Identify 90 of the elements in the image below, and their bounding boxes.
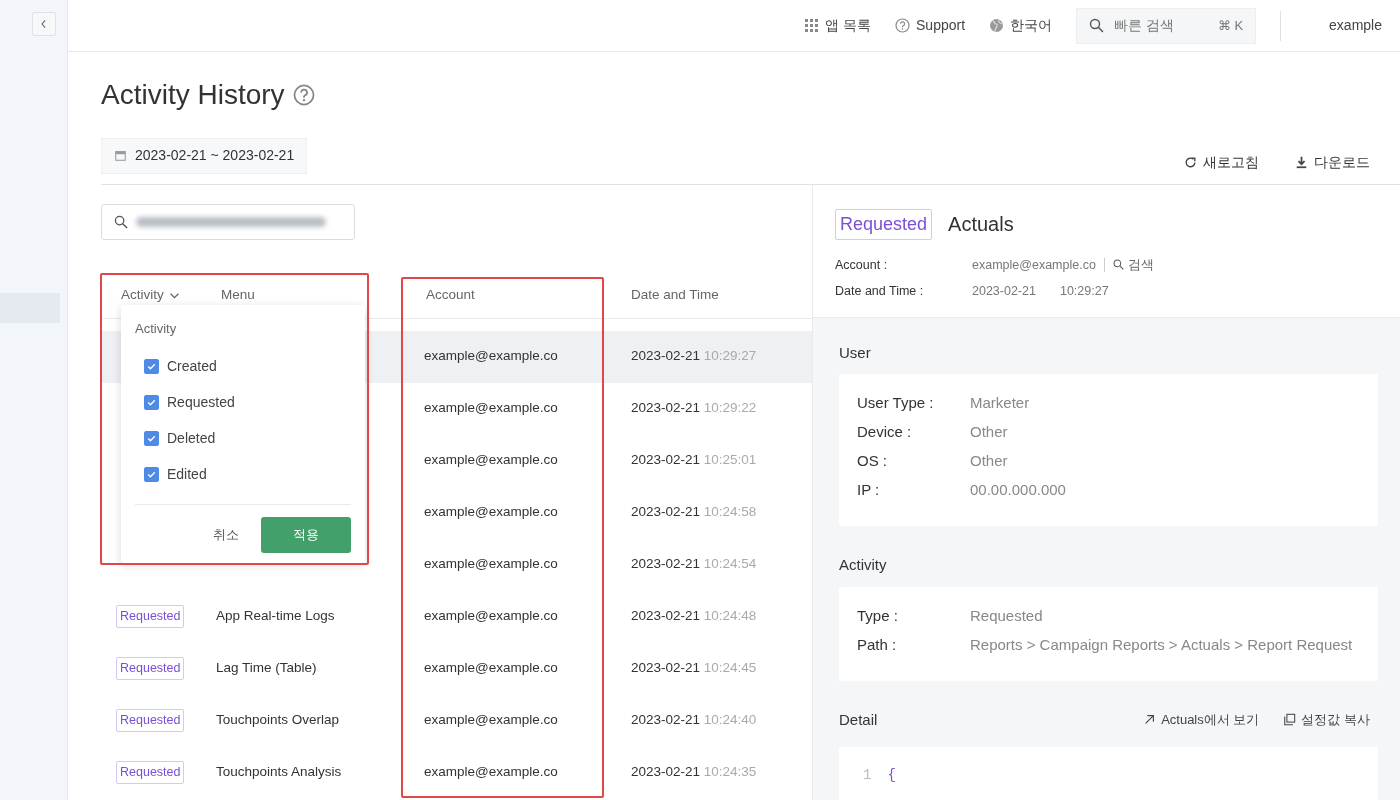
checkbox[interactable] bbox=[144, 358, 159, 374]
field-value: Reports > Campaign Reports > Actuals > Report Request bbox=[970, 634, 1354, 655]
search-icon bbox=[1112, 259, 1124, 271]
checkbox[interactable] bbox=[144, 394, 159, 410]
date-range-picker[interactable]: 2023-02-21 ~ 2023-02-21 bbox=[101, 137, 308, 174]
field-label: IP : bbox=[857, 480, 881, 501]
table-cell-text: 2023-02-21 10:24:58 bbox=[631, 503, 758, 522]
table-cell-text: example@example.co bbox=[424, 347, 559, 366]
table-cell-text: 2023-02-21 10:24:54 bbox=[631, 555, 758, 574]
refresh-icon bbox=[1184, 155, 1197, 169]
meta-value: example@example.co bbox=[972, 256, 1096, 274]
section-title: Activity bbox=[839, 555, 888, 576]
meta-value: 2023-02-21 bbox=[972, 283, 1036, 301]
field-label: Type : bbox=[857, 605, 899, 626]
field-value: Requested bbox=[970, 605, 1044, 626]
search-input[interactable]: 빠른 검색 bbox=[1112, 14, 1210, 37]
copy-icon bbox=[1283, 713, 1297, 727]
dropdown-title: Activity bbox=[135, 319, 178, 338]
field-value: 00.00.000.000 bbox=[970, 480, 1067, 501]
field-value: Other bbox=[970, 451, 1009, 472]
search-link[interactable]: 검색 bbox=[1112, 255, 1154, 275]
checkbox-label[interactable]: Requested bbox=[167, 391, 235, 413]
table-cell-text: 2023-02-21 10:29:27 bbox=[631, 347, 758, 366]
search-icon bbox=[1089, 18, 1105, 33]
column-header: Date and Time bbox=[631, 286, 719, 305]
quick-search-bar[interactable]: 빠른 검색 ⌘ K bbox=[1076, 7, 1257, 44]
table-cell-text: example@example.co bbox=[424, 607, 559, 626]
checkbox-label[interactable]: Created bbox=[167, 355, 217, 377]
column-header[interactable]: Activity bbox=[121, 285, 164, 306]
activity-tag: Requested bbox=[116, 709, 185, 732]
table-cell-text: 2023-02-21 10:29:22 bbox=[631, 399, 758, 418]
download-icon bbox=[1295, 155, 1308, 169]
table-cell-text: Lag Time (Table) bbox=[216, 659, 318, 678]
table-cell-text: Touchpoints Analysis bbox=[216, 763, 343, 782]
activity-tag: Requested bbox=[835, 208, 933, 240]
table-cell-text: example@example.co bbox=[424, 711, 559, 730]
topbar-link[interactable]: 앱 목록 bbox=[804, 15, 872, 36]
field-label: Path : bbox=[857, 634, 898, 655]
activity-tag: Requested bbox=[116, 761, 185, 784]
cancel-button[interactable]: 취소 bbox=[203, 519, 249, 551]
table-cell-text: 2023-02-21 10:24:40 bbox=[631, 711, 758, 730]
table-cell-text: example@example.co bbox=[424, 451, 559, 470]
calendar-icon bbox=[114, 149, 127, 163]
detail-title: Actuals bbox=[948, 212, 1014, 238]
topbar-link[interactable]: Support bbox=[895, 15, 966, 36]
field-value: Other bbox=[970, 422, 1009, 443]
column-header: Account bbox=[426, 286, 475, 305]
checkbox-label[interactable]: Edited bbox=[167, 463, 207, 485]
help-icon bbox=[895, 18, 911, 33]
table-cell-text: example@example.co bbox=[424, 763, 559, 782]
search-field[interactable] bbox=[101, 203, 355, 240]
refresh-button[interactable]: 새로고침 bbox=[1178, 150, 1265, 174]
table-cell-text: Touchpoints Overlap bbox=[216, 711, 341, 730]
table-cell-text: 2023-02-21 10:25:01 bbox=[631, 451, 758, 470]
search-icon bbox=[114, 214, 128, 229]
section-title: Detail bbox=[839, 709, 878, 730]
table-cell-text: example@example.co bbox=[424, 555, 559, 574]
checkbox-label[interactable]: Deleted bbox=[167, 427, 216, 449]
activity-tag: Requested bbox=[116, 605, 185, 628]
table-cell-text: example@example.co bbox=[424, 503, 559, 522]
line-number: 1 bbox=[863, 766, 872, 786]
table-cell-text: example@example.co bbox=[424, 399, 559, 418]
checkbox[interactable] bbox=[144, 466, 159, 482]
checkbox[interactable] bbox=[144, 430, 159, 446]
copy-button[interactable]: 설정값 복사 bbox=[1283, 710, 1370, 730]
table-cell-text: 2023-02-21 10:24:48 bbox=[631, 607, 758, 626]
meta-label: Date and Time : bbox=[835, 283, 925, 301]
code-text: { bbox=[887, 766, 896, 786]
help-icon bbox=[292, 83, 315, 106]
table-cell-text: 2023-02-21 10:24:35 bbox=[631, 763, 758, 782]
download-button[interactable]: 다운로드 bbox=[1289, 150, 1376, 174]
table-cell-text: App Real-time Logs bbox=[216, 607, 336, 626]
field-label: User Type : bbox=[857, 393, 935, 414]
meta-value: 10:29:27 bbox=[1059, 283, 1109, 301]
table-cell-text: example@example.co bbox=[424, 659, 559, 678]
field-value: Marketer bbox=[970, 393, 1031, 414]
column-header: Menu bbox=[221, 286, 255, 305]
page-title: Activity History bbox=[101, 78, 285, 112]
globe-icon bbox=[989, 18, 1005, 33]
field-label: Device : bbox=[857, 422, 913, 443]
shortcut-hint: ⌘ K bbox=[1217, 16, 1244, 35]
topbar-link[interactable]: 한국어 bbox=[989, 15, 1053, 36]
section-title: User bbox=[839, 342, 872, 363]
table-cell-text: 2023-02-21 10:24:45 bbox=[631, 659, 758, 678]
view-link[interactable]: Actuals에서 보기 bbox=[1143, 710, 1260, 730]
apps-icon bbox=[804, 18, 820, 33]
user-name[interactable]: example bbox=[1329, 15, 1382, 36]
meta-label: Account : bbox=[835, 256, 889, 274]
field-label: OS : bbox=[857, 451, 888, 472]
activity-tag: Requested bbox=[116, 657, 185, 680]
